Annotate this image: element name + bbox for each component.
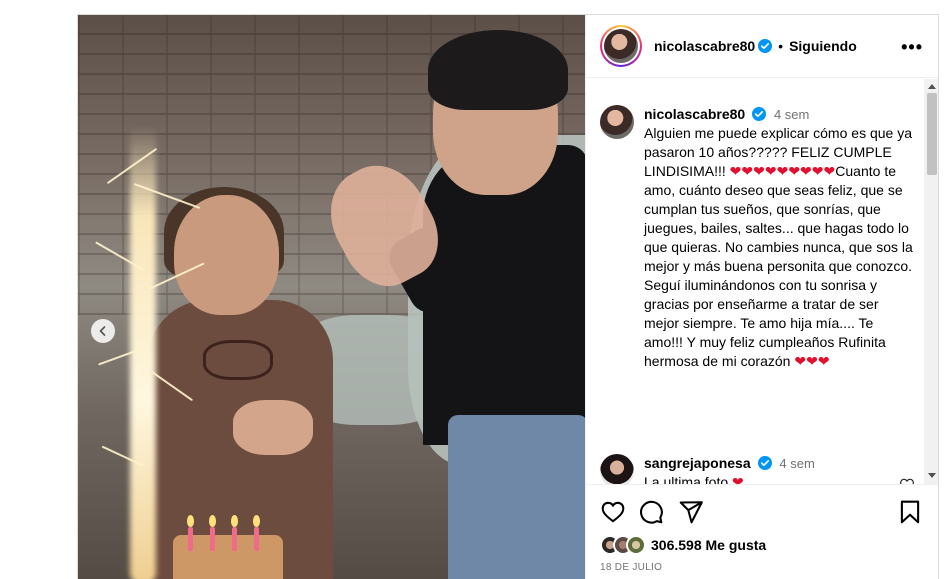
spark-ray — [149, 262, 205, 290]
commenter-avatar[interactable] — [600, 454, 634, 484]
comment-body: sangrejaponesa 4 sem La ultima foto ❤ — [644, 454, 914, 484]
caption-username[interactable]: nicolascabre80 — [644, 106, 745, 122]
heart-emoji: ❤ — [753, 163, 765, 179]
heart-emoji: ❤ — [794, 353, 807, 369]
previous-slide-button[interactable] — [91, 319, 115, 343]
man-jeans — [448, 415, 585, 579]
heart-emoji: ❤ — [811, 163, 824, 179]
heart-emoji: ❤ — [823, 163, 836, 179]
likes-row[interactable]: 306.598 Me gusta — [600, 535, 766, 555]
comment-time[interactable]: 4 sem — [779, 456, 814, 471]
caption-body: nicolascabre80 4 sem Alguien me puede ex… — [644, 105, 914, 371]
comment-icon[interactable] — [638, 499, 664, 525]
comment-text: La ultima foto ❤ — [644, 473, 914, 484]
liker-avatar — [626, 535, 646, 555]
post-date[interactable]: 18 DE JULIO — [600, 562, 662, 573]
bookmark-icon[interactable] — [897, 499, 923, 525]
actions-bar: 306.598 Me gusta 18 DE JULIO — [586, 484, 938, 579]
caption: nicolascabre80 4 sem Alguien me puede ex… — [600, 105, 920, 371]
likes-count[interactable]: 306.598 Me gusta — [651, 537, 766, 553]
comment-heart-icon[interactable] — [899, 477, 915, 484]
scroll-thumb[interactable] — [927, 93, 937, 175]
comments-scrollbar[interactable] — [924, 79, 938, 484]
scroll-up-arrow[interactable] — [928, 84, 936, 89]
candle-flame — [231, 515, 238, 527]
scroll-down-arrow[interactable] — [928, 473, 936, 478]
heart-emoji: ❤ — [788, 163, 801, 179]
commenter-username[interactable]: sangrejaponesa — [644, 455, 751, 471]
heart-emoji: ❤ — [764, 163, 777, 179]
candle — [188, 527, 193, 551]
heart-icon[interactable] — [600, 499, 626, 525]
comments-section[interactable]: nicolascabre80 4 sem Alguien me puede ex… — [586, 79, 938, 484]
girl-hands — [233, 400, 313, 455]
avatar-image — [604, 29, 638, 63]
avatar-frame — [602, 27, 640, 65]
post-header: nicolascabre80 • Siguiendo ••• — [586, 15, 938, 78]
hoodie-print — [203, 340, 273, 380]
man-hair — [428, 30, 568, 110]
verified-badge-icon — [752, 107, 767, 121]
candle-flame — [187, 515, 194, 527]
candle-flame — [253, 515, 260, 527]
author-username[interactable]: nicolascabre80 — [654, 38, 755, 54]
author-avatar[interactable] — [600, 25, 642, 67]
heart-emoji: ❤ — [800, 163, 812, 179]
comment-item: sangrejaponesa 4 sem La ultima foto ❤ — [600, 454, 920, 484]
chevron-left-icon — [99, 326, 106, 336]
candle — [232, 527, 237, 551]
heart-emoji: ❤ — [776, 163, 789, 179]
caption-avatar[interactable] — [600, 105, 634, 139]
following-button[interactable]: Siguiendo — [789, 38, 857, 54]
more-options-icon[interactable]: ••• — [901, 37, 923, 58]
heart-emoji: ❤ — [729, 163, 742, 179]
heart-emoji: ❤ — [732, 474, 744, 484]
instagram-post: nicolascabre80 • Siguiendo ••• nicolasca… — [77, 14, 939, 579]
heart-emoji: ❤ — [817, 353, 830, 369]
spark-ray — [150, 370, 194, 402]
post-photo[interactable] — [78, 15, 585, 579]
candle — [254, 527, 259, 551]
post-side-panel: nicolascabre80 • Siguiendo ••• nicolasca… — [585, 15, 938, 579]
sparkler — [92, 125, 212, 579]
candle-flame — [209, 515, 216, 527]
separator-dot: • — [778, 38, 784, 54]
heart-emoji: ❤ — [741, 163, 754, 179]
caption-time[interactable]: 4 sem — [774, 107, 809, 122]
verified-badge-icon — [758, 39, 773, 53]
verified-badge-icon — [757, 456, 772, 470]
candle — [210, 527, 215, 551]
share-icon[interactable] — [678, 499, 704, 525]
heart-emoji: ❤ — [806, 353, 818, 369]
caption-text: Alguien me puede explicar cómo es que ya… — [644, 125, 913, 369]
